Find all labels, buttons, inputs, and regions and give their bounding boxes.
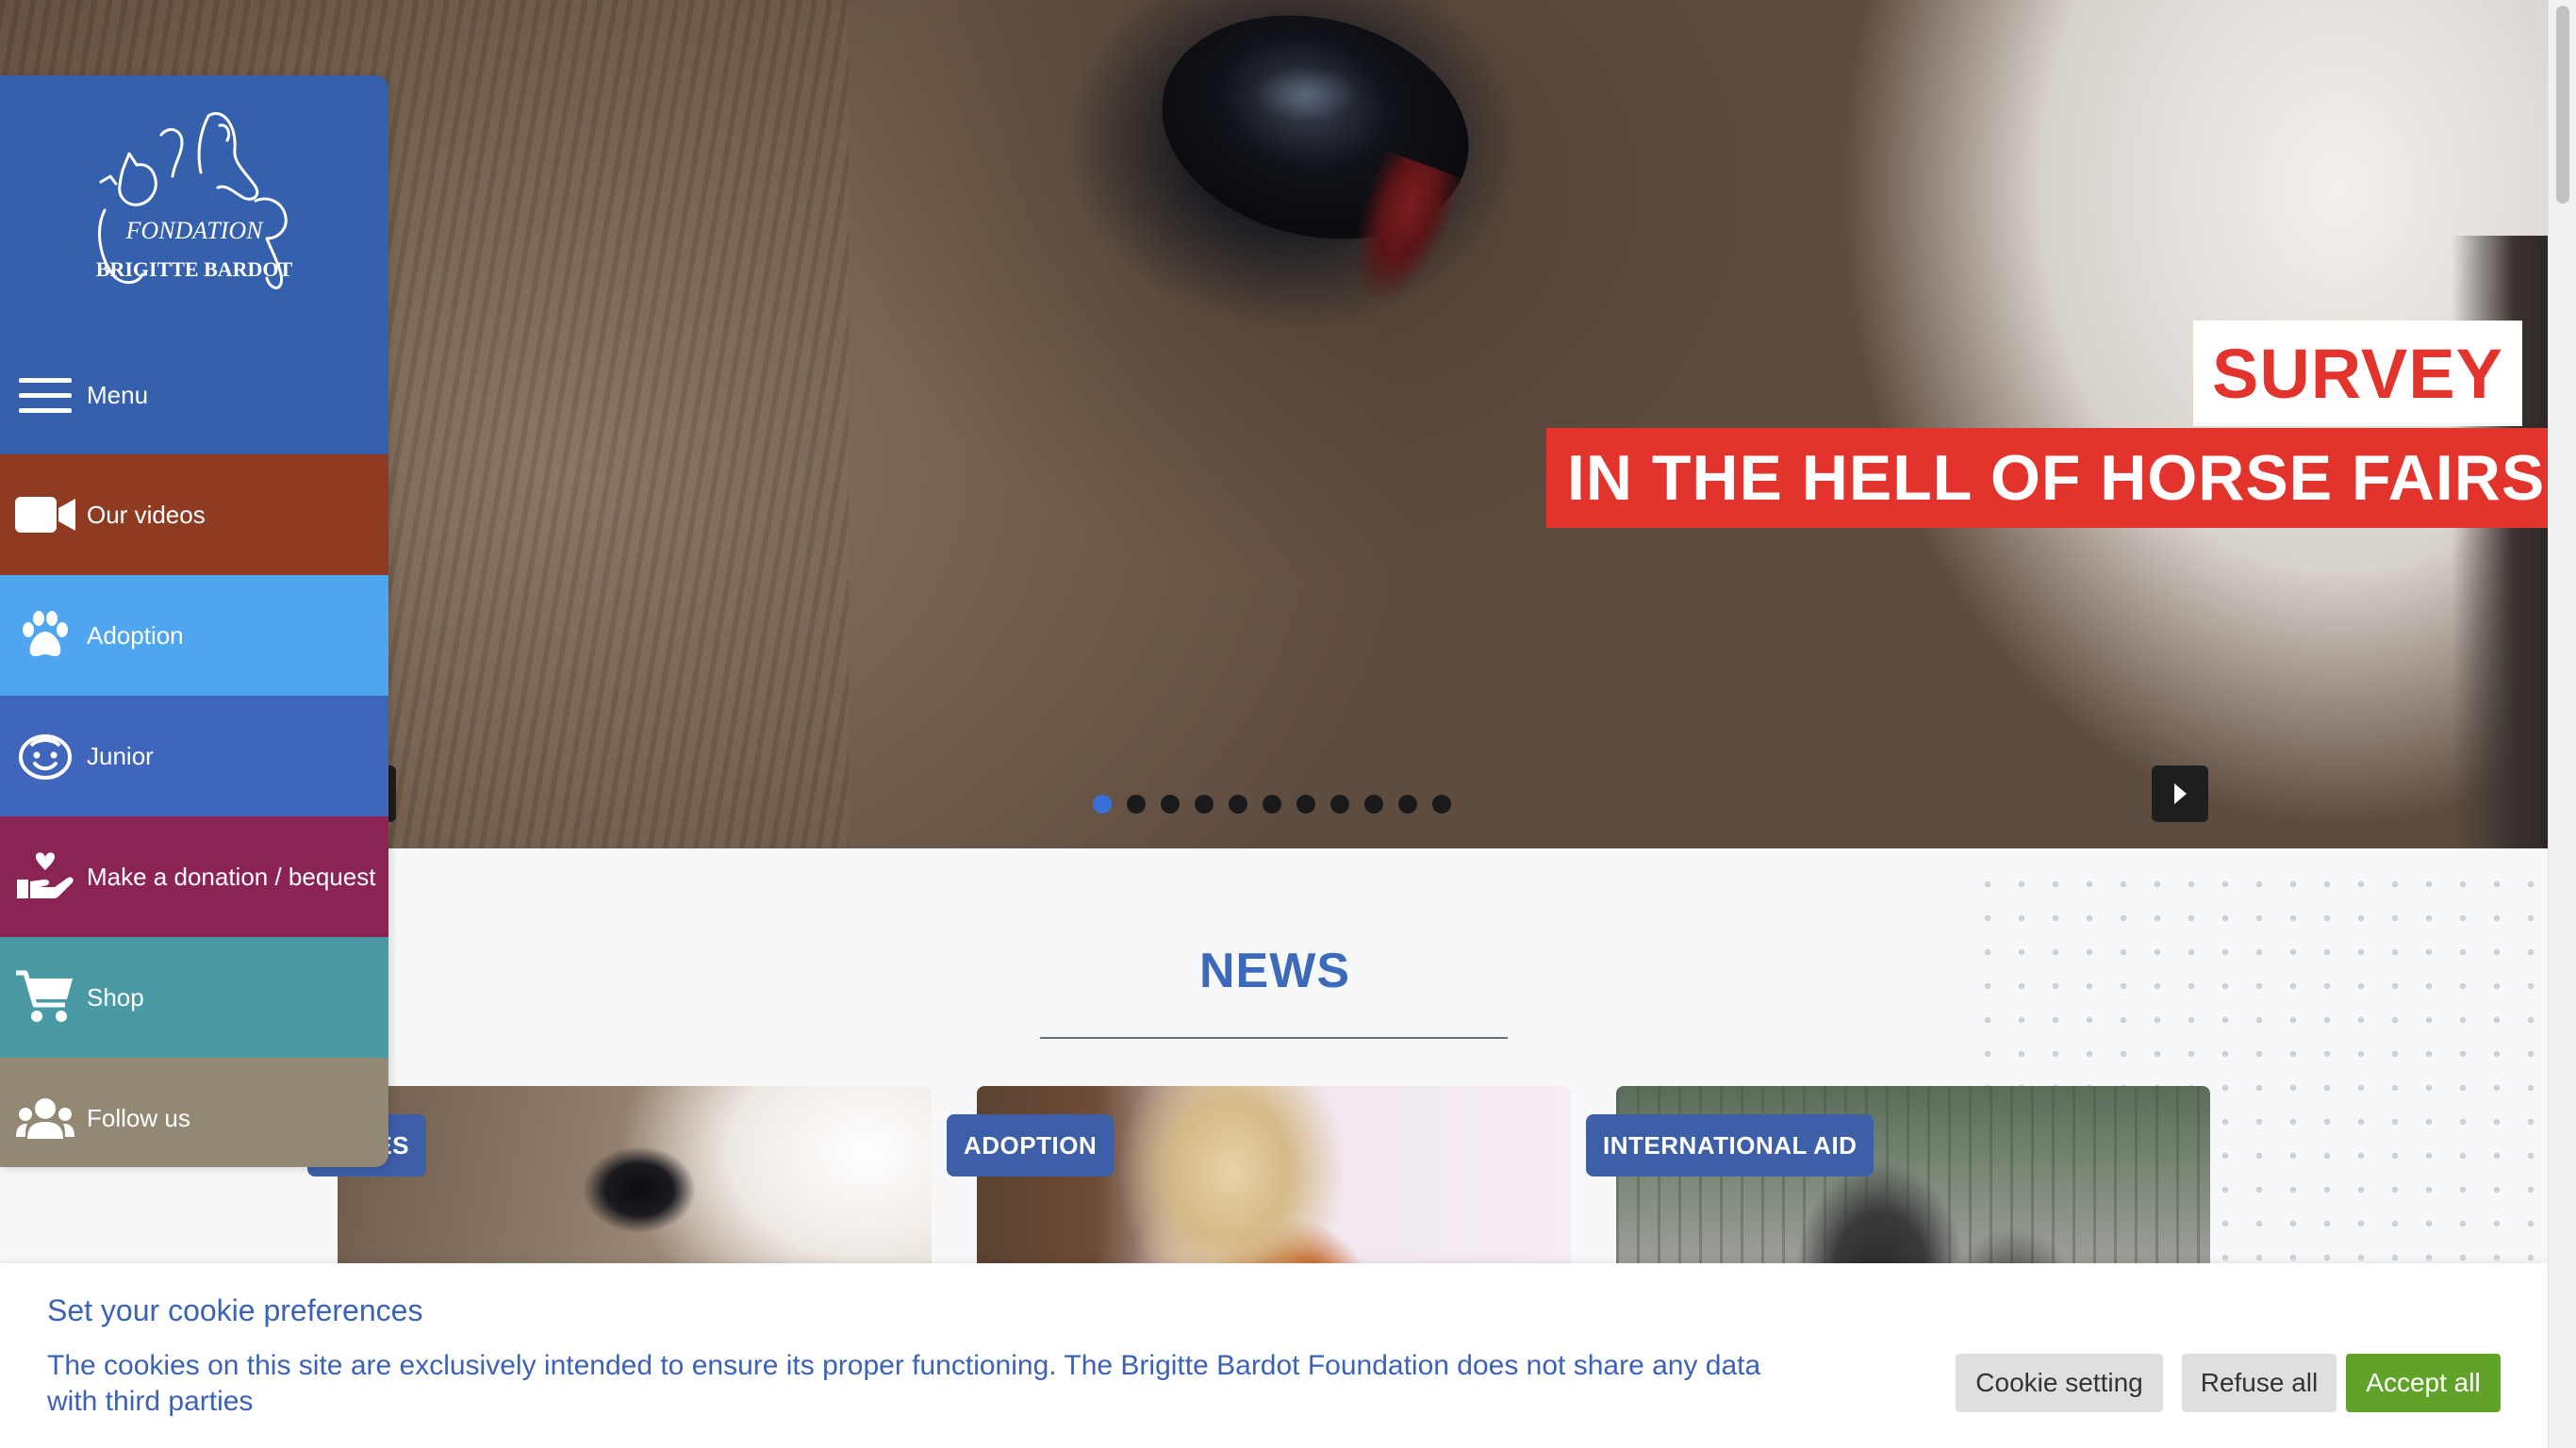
cookie-banner: Set your cookie preferences The cookies … xyxy=(0,1263,2548,1448)
news-card-category-label: ADOPTION xyxy=(964,1130,1098,1160)
news-card-category-label: INTERNATIONAL AID xyxy=(1603,1130,1858,1160)
sidebar-item-menu[interactable]: Menu xyxy=(0,336,388,454)
logo-text-top: FONDATION xyxy=(125,217,265,244)
slider-dot[interactable] xyxy=(1398,795,1417,814)
slider-dot[interactable] xyxy=(1093,795,1112,814)
news-card-category-tag[interactable]: INTERNATIONAL AID xyxy=(1586,1114,1874,1176)
slider-pagination xyxy=(1093,795,1451,814)
foundation-logo[interactable]: FONDATION BRIGITTE BARDOT xyxy=(0,75,388,336)
slider-next-button[interactable] xyxy=(2152,765,2208,822)
scrollbar-thumb[interactable] xyxy=(2556,6,2569,204)
page-scrollbar[interactable] xyxy=(2548,0,2576,1448)
sidebar-item-donation[interactable]: Make a donation / bequest xyxy=(0,816,388,937)
slider-dot[interactable] xyxy=(1296,795,1315,814)
people-icon xyxy=(15,1088,75,1148)
hero-kicker-text: SURVEY xyxy=(2212,334,2503,413)
cookie-description: The cookies on this site are exclusively… xyxy=(47,1350,1761,1417)
hero-headline-text: IN THE HELL OF HORSE FAIRS xyxy=(1567,442,2546,514)
hamburger-icon xyxy=(15,365,75,425)
sidebar-item-label: Shop xyxy=(87,982,144,1012)
accept-all-button[interactable]: Accept all xyxy=(2346,1354,2501,1412)
sidebar-item-videos[interactable]: Our videos xyxy=(0,454,388,575)
sidebar-item-shop[interactable]: Shop xyxy=(0,937,388,1058)
sidebar-item-adoption[interactable]: Adoption xyxy=(0,575,388,696)
slider-dot[interactable] xyxy=(1263,795,1281,814)
slider-dot[interactable] xyxy=(1330,795,1349,814)
news-title-underline xyxy=(1040,1037,1508,1039)
play-right-icon xyxy=(2174,783,2187,804)
sidebar-item-label: Adoption xyxy=(87,620,184,650)
sidebar-item-label: Follow us xyxy=(87,1103,190,1132)
sidebar-item-label: Our videos xyxy=(87,500,206,529)
foundation-logo-icon: FONDATION BRIGITTE BARDOT xyxy=(96,112,293,289)
hand-heart-icon xyxy=(15,847,75,907)
video-camera-icon xyxy=(15,485,75,545)
hero-image-eye-shine xyxy=(1254,66,1358,123)
slider-dot[interactable] xyxy=(1195,795,1214,814)
sidebar-item-label: Make a donation / bequest xyxy=(87,862,376,891)
sidebar: FONDATION BRIGITTE BARDOT Menu Our video… xyxy=(0,75,388,1167)
cookie-title: Set your cookie preferences xyxy=(47,1293,423,1327)
slider-dot[interactable] xyxy=(1229,795,1247,814)
sidebar-item-label: Menu xyxy=(87,380,149,409)
refuse-all-button[interactable]: Refuse all xyxy=(2182,1354,2337,1412)
paw-icon xyxy=(15,605,75,666)
sidebar-item-follow-us[interactable]: Follow us xyxy=(0,1058,388,1167)
slider-dot[interactable] xyxy=(1364,795,1383,814)
sidebar-item-label: Junior xyxy=(87,741,154,770)
sidebar-item-junior[interactable]: Junior xyxy=(0,696,388,816)
page: SURVEY IN THE HELL OF HORSE FAIRS NEWS E… xyxy=(0,0,2576,1448)
cookie-setting-button[interactable]: Cookie setting xyxy=(1956,1354,2163,1412)
slider-dot[interactable] xyxy=(1127,795,1146,814)
smiley-face-icon xyxy=(15,726,75,786)
hero-headline[interactable]: IN THE HELL OF HORSE FAIRS xyxy=(1546,428,2548,528)
cart-icon xyxy=(15,967,75,1028)
news-card-category-tag[interactable]: ADOPTION xyxy=(947,1114,1115,1176)
slider-dot[interactable] xyxy=(1161,795,1180,814)
logo-text-bottom: BRIGITTE BARDOT xyxy=(96,257,293,281)
news-title: NEWS xyxy=(1199,944,1350,998)
slider-dot[interactable] xyxy=(1432,795,1451,814)
hero-kicker[interactable]: SURVEY xyxy=(2193,321,2522,426)
